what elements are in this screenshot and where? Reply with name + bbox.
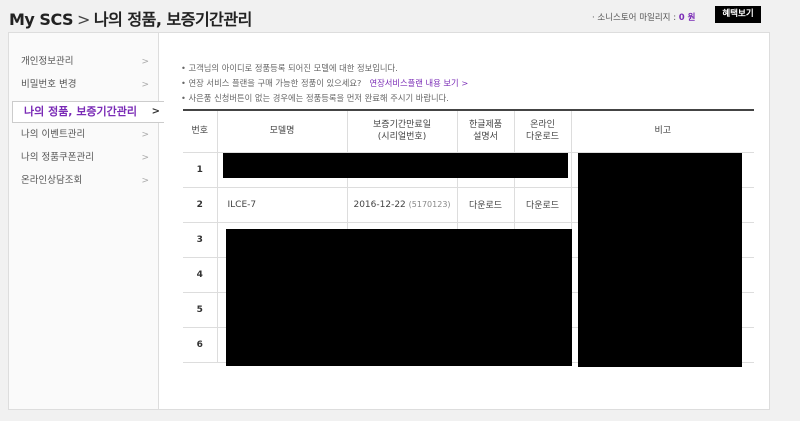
breadcrumb-current: 나의 정품, 보증기간관리 [93, 10, 252, 29]
mileage-label: · 소니스토어 마일리지 : [592, 13, 677, 23]
col-header-online-line2: 다운로드 [525, 132, 560, 143]
sidebar-item-warranty[interactable]: 나의 정품, 보증기간관리 > [12, 101, 164, 123]
page-title: My SCS > 나의 정품, 보증기간관리 [9, 6, 252, 30]
breadcrumb-separator-icon: > [77, 10, 90, 29]
chevron-right-icon: > [141, 130, 149, 140]
sidebar-item-label: 나의 이벤트관리 [21, 129, 86, 140]
sidebar-item-label: 비밀번호 변경 [21, 79, 77, 90]
col-header-no: 번호 [183, 109, 217, 153]
row-number: 5 [183, 292, 217, 328]
col-header-online: 온라인 다운로드 [513, 109, 571, 153]
sidebar-item-consultation[interactable]: 온라인상담조회 > [9, 170, 159, 192]
sidebar: 개인정보관리 > 비밀번호 변경 > 나의 정품, 보증기간관리 > 나의 이벤… [9, 33, 164, 409]
extended-service-link[interactable]: 연장서비스플랜 내용 보기 > [369, 78, 468, 88]
row-number: 4 [183, 257, 217, 293]
sidebar-item-label: 나의 정품쿠폰관리 [21, 152, 94, 163]
row-number: 6 [183, 327, 217, 363]
notice-item: • 고객님의 아이디로 정품등록 되어진 모델에 대한 정보입니다. [181, 63, 398, 73]
sidebar-item-password[interactable]: 비밀번호 변경 > [9, 74, 159, 96]
breadcrumb-home[interactable]: My SCS [9, 10, 74, 29]
col-header-warranty-line1: 보증기간만료일 [373, 120, 431, 131]
sidebar-item-personal-info[interactable]: 개인정보관리 > [9, 51, 159, 73]
redaction-block-row1 [223, 153, 568, 178]
row-number: 1 [183, 152, 217, 188]
sidebar-item-coupons[interactable]: 나의 정품쿠폰관리 > [9, 147, 159, 169]
redaction-block-rows3-6 [226, 229, 572, 366]
col-header-model: 모델명 [216, 109, 347, 153]
notice-list: • 고객님의 아이디로 정품등록 되어진 모델에 대한 정보입니다. • 연장 … [181, 61, 468, 106]
row-number: 2 [183, 187, 217, 223]
col-header-manual: 한글제품 설명서 [456, 109, 514, 153]
mileage-value: 0 원 [678, 13, 696, 23]
chevron-right-icon: > [151, 106, 160, 117]
notice-item: • 연장 서비스 플랜을 구매 가능한 정품이 있으세요? 연장서비스플랜 내용 … [181, 76, 468, 91]
sidebar-item-label: 나의 정품, 보증기간관리 [24, 105, 138, 118]
sidebar-item-events[interactable]: 나의 이벤트관리 > [9, 124, 159, 146]
benefit-view-button[interactable]: 혜택보기 [715, 6, 761, 23]
redaction-block-note [578, 153, 742, 367]
col-header-warranty-line2: (시리얼번호) [377, 132, 427, 143]
notice-item: • 사은품 신청버튼이 없는 경우에는 정품등록을 먼저 완료해 주시기 바랍니… [181, 93, 449, 103]
table-header-row: 번호 모델명 보증기간만료일 (시리얼번호) 한글제품 설명서 온라인 다운로드 비고 [183, 109, 754, 153]
col-header-note: 비고 [570, 109, 754, 153]
warranty-cell: 2016-12-22 (5170123) [346, 187, 457, 223]
model-cell: ILCE-7 [216, 187, 347, 223]
chevron-right-icon: > [141, 80, 149, 90]
online-download-link[interactable]: 다운로드 [513, 187, 571, 223]
chevron-right-icon: > [141, 153, 149, 163]
page-header: My SCS > 나의 정품, 보증기간관리 · 소니스토어 마일리지 : 0 원 … [0, 0, 800, 32]
col-header-online-line1: 온라인 [530, 120, 555, 131]
manual-download-link[interactable]: 다운로드 [456, 187, 514, 223]
chevron-right-icon: > [141, 57, 149, 67]
content-panel: 개인정보관리 > 비밀번호 변경 > 나의 정품, 보증기간관리 > 나의 이벤… [8, 32, 770, 410]
sidebar-item-label: 온라인상담조회 [21, 175, 83, 186]
notice-text: • 연장 서비스 플랜을 구매 가능한 정품이 있으세요? [181, 78, 362, 88]
chevron-right-icon: > [141, 176, 149, 186]
sidebar-item-label: 개인정보관리 [21, 56, 74, 67]
col-header-manual-line1: 한글제품 [468, 120, 503, 131]
col-header-warranty: 보증기간만료일 (시리얼번호) [346, 109, 457, 153]
row-number: 3 [183, 222, 217, 258]
warranty-date: 2016-12-22 [353, 199, 406, 210]
col-header-manual-line2: 설명서 [473, 132, 498, 143]
mileage-info: · 소니스토어 마일리지 : 0 원 [592, 11, 695, 23]
serial-number: (5170123) [408, 199, 451, 209]
